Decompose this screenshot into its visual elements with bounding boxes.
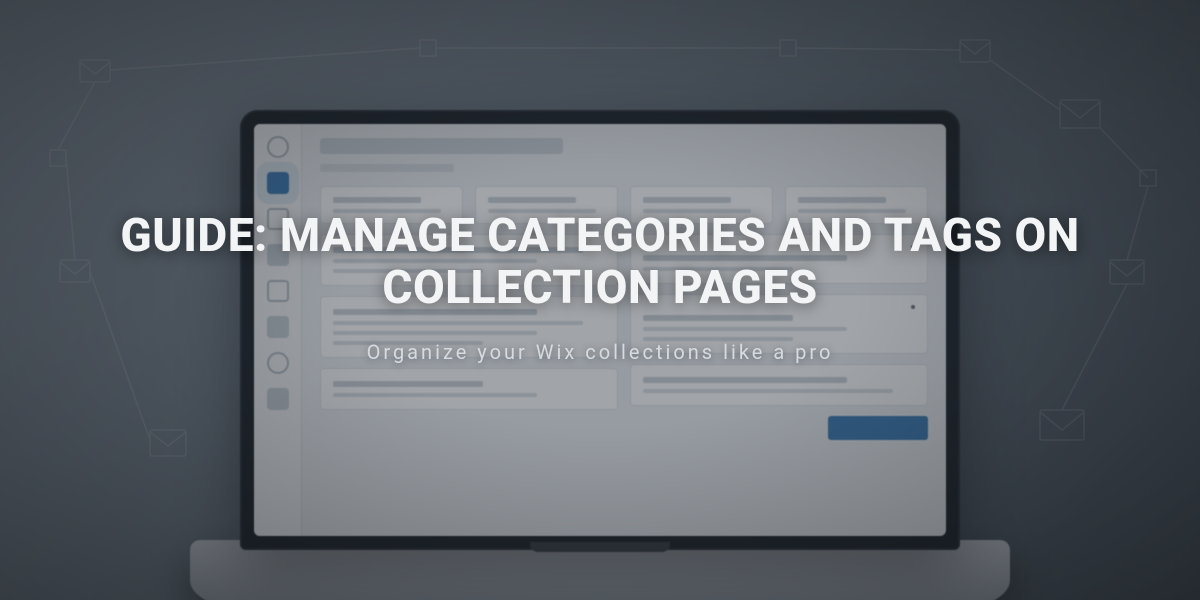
content-block — [320, 368, 618, 410]
page-title-placeholder — [320, 138, 563, 154]
hero-banner: GUIDE: MANAGE CATEGORIES AND TAGS ON COL… — [0, 0, 1200, 600]
page-subtitle-placeholder — [320, 164, 454, 172]
g-icon — [267, 388, 289, 410]
search-icon — [267, 172, 289, 194]
hero-title: GUIDE: MANAGE CATEGORIES AND TAGS ON COL… — [60, 211, 1140, 314]
hero-text: GUIDE: MANAGE CATEGORIES AND TAGS ON COL… — [60, 211, 1140, 364]
hero-subtitle: Organize your Wix collections like a pro — [60, 340, 1140, 364]
laptop-hinge — [530, 542, 670, 552]
user-icon — [267, 136, 289, 158]
primary-button — [828, 416, 928, 440]
content-block — [630, 364, 928, 406]
